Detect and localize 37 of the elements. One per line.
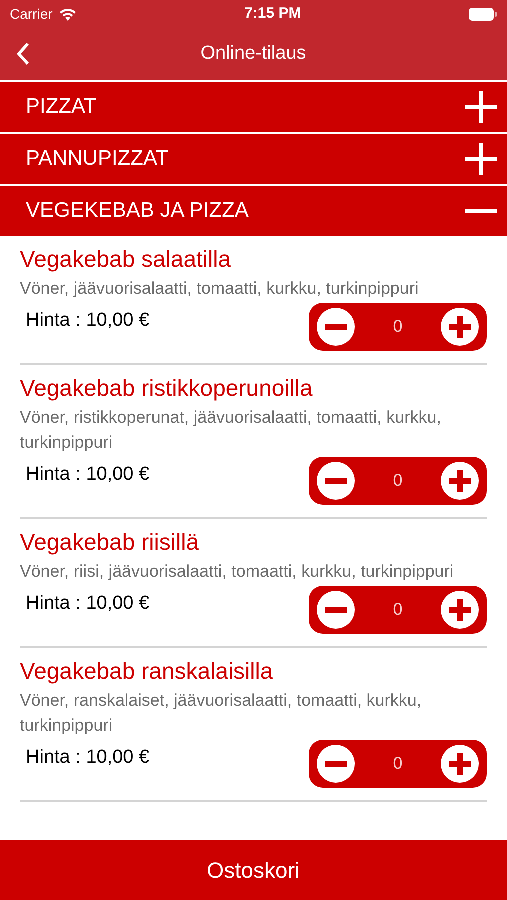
plus-icon[interactable]: [441, 462, 479, 500]
minus-icon[interactable]: [317, 462, 355, 500]
item-title: Vegakebab riisillä: [20, 528, 200, 557]
item-title: Vegakebab ristikkoperunoilla: [20, 374, 314, 403]
battery-icon: [468, 8, 497, 20]
item-title: Vegakebab ranskalaisilla: [20, 657, 274, 686]
item-price: Hinta : 10,00 €: [26, 463, 150, 487]
item-price: Hinta : 10,00 €: [26, 592, 150, 616]
plus-icon[interactable]: [441, 591, 479, 629]
category-header[interactable]: VEGEKEBAB JA PIZZA: [0, 186, 507, 236]
plus-icon: [465, 91, 497, 123]
quantity-value: 0: [393, 316, 403, 338]
item-description: Vöner, riisi, jäävuorisalaatti, tomaatti, kurkku, turkinpippuri: [20, 561, 455, 583]
status-time: 7:15 PM: [244, 4, 302, 24]
cart-button[interactable]: Ostoskori: [0, 840, 507, 900]
minus-icon: [465, 208, 497, 214]
plus-icon[interactable]: [441, 308, 479, 346]
nav-title: Online-tilaus: [200, 42, 306, 66]
plus-icon: [465, 143, 497, 175]
item-description: Vöner, ristikkoperunat, jäävuorisalaatti, tomaatti, kurkku, turkinpippuri: [20, 407, 442, 454]
item-price: Hinta : 10,00 €: [26, 309, 150, 333]
item-description: Vöner, ranskalaiset, jäävuorisalaatti, tomaatti, kurkku, turkinpippuri: [20, 690, 423, 737]
wifi-icon: [58, 8, 77, 20]
category-header[interactable]: PIZZAT: [0, 82, 507, 132]
quantity-value: 0: [393, 753, 403, 776]
minus-icon[interactable]: [317, 745, 355, 783]
item-price: Hinta : 10,00 €: [26, 746, 150, 770]
minus-icon[interactable]: [317, 308, 355, 346]
minus-icon[interactable]: [317, 591, 355, 629]
quantity-value: 0: [393, 470, 403, 492]
carrier-label: Carrier: [10, 4, 53, 24]
plus-icon[interactable]: [441, 745, 479, 783]
category-header[interactable]: PANNUPIZZAT: [0, 134, 507, 184]
item-title: Vegakebab salaatilla: [20, 245, 232, 274]
item-description: Vöner, jäävuorisalaatti, tomaatti, kurkku, turkinpippuri: [20, 278, 420, 300]
quantity-value: 0: [393, 599, 403, 622]
back-icon[interactable]: [16, 42, 30, 66]
